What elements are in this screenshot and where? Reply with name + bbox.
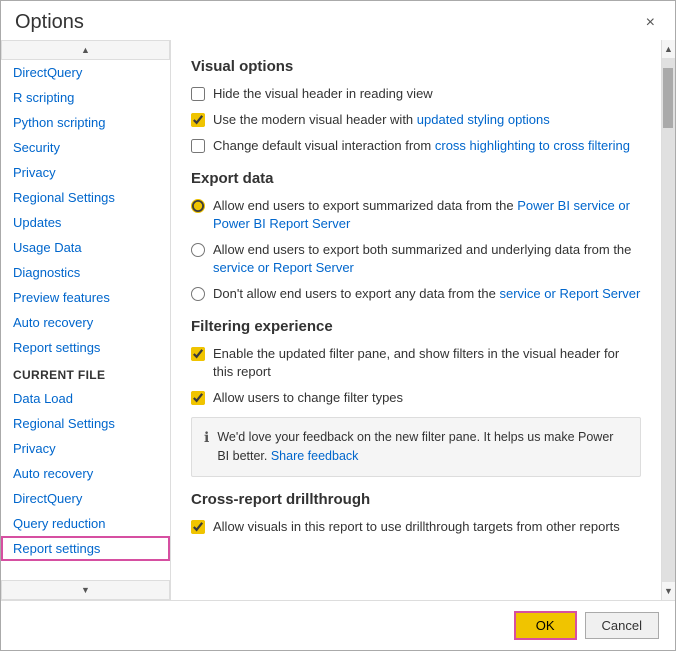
sidebar-item-auto-recovery-cf[interactable]: Auto recovery	[1, 461, 170, 486]
radio-export-data-0[interactable]	[191, 199, 205, 213]
share-feedback-link[interactable]: Share feedback	[271, 449, 359, 463]
option-label-filtering-experience-0: Enable the updated filter pane, and show…	[213, 345, 641, 381]
main-scroll-up-arrow[interactable]: ▲	[662, 40, 675, 58]
option-row-visual-options-1: Use the modern visual header with update…	[191, 111, 641, 129]
sidebar-item-privacy[interactable]: Privacy	[1, 160, 170, 185]
sidebar-item-diagnostics[interactable]: Diagnostics	[1, 260, 170, 285]
sidebar-item-report-settings-cf[interactable]: Report settings	[1, 536, 170, 561]
option-label-cross-report-drillthrough-0: Allow visuals in this report to use dril…	[213, 518, 620, 536]
option-row-cross-report-drillthrough-0: Allow visuals in this report to use dril…	[191, 518, 641, 536]
checkbox-visual-options-1[interactable]	[191, 113, 205, 127]
close-button[interactable]: ×	[640, 12, 661, 34]
sidebar-scroll-down-arrow[interactable]: ▼	[1, 580, 170, 600]
sidebar-item-data-load[interactable]: Data Load	[1, 386, 170, 411]
checkbox-visual-options-0[interactable]	[191, 87, 205, 101]
main-content: Visual options Hide the visual header in …	[171, 40, 661, 600]
option-row-filtering-experience-0: Enable the updated filter pane, and show…	[191, 345, 641, 381]
option-label-filtering-experience-1: Allow users to change filter types	[213, 389, 403, 407]
feedback-box-filtering-experience: ℹ We'd love your feedback on the new filt…	[191, 417, 641, 477]
main-scroll-down-arrow[interactable]: ▼	[662, 582, 675, 600]
option-row-filtering-experience-1: Allow users to change filter types	[191, 389, 641, 407]
sidebar-section-header-current-file: CURRENT FILE	[1, 360, 170, 386]
titlebar: Options ×	[1, 1, 675, 40]
sidebar-item-preview-features[interactable]: Preview features	[1, 285, 170, 310]
sidebar-item-regional-settings[interactable]: Regional Settings	[1, 185, 170, 210]
sidebar-global-items: DirectQueryR scriptingPython scriptingSe…	[1, 60, 170, 360]
checkbox-filtering-experience-0[interactable]	[191, 347, 205, 361]
right-scrollbar: ▲ ▼	[661, 40, 675, 600]
sidebar-item-python-scripting[interactable]: Python scripting	[1, 110, 170, 135]
sidebar-item-security[interactable]: Security	[1, 135, 170, 160]
dialog-body: ▲ DirectQueryR scriptingPython scripting…	[1, 40, 675, 600]
option-label-visual-options-0: Hide the visual header in reading view	[213, 85, 433, 103]
ok-button[interactable]: OK	[514, 611, 577, 640]
sidebar-inner: DirectQueryR scriptingPython scriptingSe…	[1, 60, 170, 580]
info-icon: ℹ	[204, 429, 209, 446]
checkbox-filtering-experience-1[interactable]	[191, 391, 205, 405]
radio-export-data-1[interactable]	[191, 243, 205, 257]
option-label-export-data-2: Don't allow end users to export any data…	[213, 285, 640, 303]
option-row-export-data-2: Don't allow end users to export any data…	[191, 285, 641, 303]
sidebar: ▲ DirectQueryR scriptingPython scripting…	[1, 40, 171, 600]
scroll-thumb[interactable]	[663, 68, 673, 128]
option-label-export-data-1: Allow end users to export both summarize…	[213, 241, 641, 277]
checkbox-visual-options-2[interactable]	[191, 139, 205, 153]
sidebar-item-usage-data[interactable]: Usage Data	[1, 235, 170, 260]
sidebar-item-r-scripting[interactable]: R scripting	[1, 85, 170, 110]
sidebar-item-auto-recovery[interactable]: Auto recovery	[1, 310, 170, 335]
option-label-visual-options-1: Use the modern visual header with update…	[213, 111, 550, 129]
dialog-footer: OK Cancel	[1, 600, 675, 650]
sidebar-item-directquery[interactable]: DirectQuery	[1, 60, 170, 85]
option-row-export-data-1: Allow end users to export both summarize…	[191, 241, 641, 277]
section-title-filtering-experience: Filtering experience	[191, 318, 641, 335]
sidebar-item-regional-settings-cf[interactable]: Regional Settings	[1, 411, 170, 436]
section-title-cross-report-drillthrough: Cross-report drillthrough	[191, 491, 641, 508]
sidebar-item-query-reduction[interactable]: Query reduction	[1, 511, 170, 536]
sidebar-item-report-settings[interactable]: Report settings	[1, 335, 170, 360]
checkbox-cross-report-drillthrough-0[interactable]	[191, 520, 205, 534]
dialog-title: Options	[15, 11, 84, 34]
option-label-visual-options-2: Change default visual interaction from c…	[213, 137, 630, 155]
section-title-export-data: Export data	[191, 170, 641, 187]
sidebar-item-updates[interactable]: Updates	[1, 210, 170, 235]
scroll-track	[662, 58, 675, 582]
cancel-button[interactable]: Cancel	[585, 612, 659, 639]
option-label-export-data-0: Allow end users to export summarized dat…	[213, 197, 641, 233]
option-row-visual-options-0: Hide the visual header in reading view	[191, 85, 641, 103]
sidebar-scroll-up-arrow[interactable]: ▲	[1, 40, 170, 60]
options-dialog: Options × ▲ DirectQueryR scriptingPython…	[0, 0, 676, 651]
sidebar-item-privacy-cf[interactable]: Privacy	[1, 436, 170, 461]
sidebar-item-directquery-cf[interactable]: DirectQuery	[1, 486, 170, 511]
option-row-visual-options-2: Change default visual interaction from c…	[191, 137, 641, 155]
section-title-visual-options: Visual options	[191, 58, 641, 75]
radio-export-data-2[interactable]	[191, 287, 205, 301]
option-row-export-data-0: Allow end users to export summarized dat…	[191, 197, 641, 233]
sidebar-current-file-items: Data LoadRegional SettingsPrivacyAuto re…	[1, 386, 170, 561]
feedback-text: We'd love your feedback on the new filte…	[217, 428, 628, 466]
